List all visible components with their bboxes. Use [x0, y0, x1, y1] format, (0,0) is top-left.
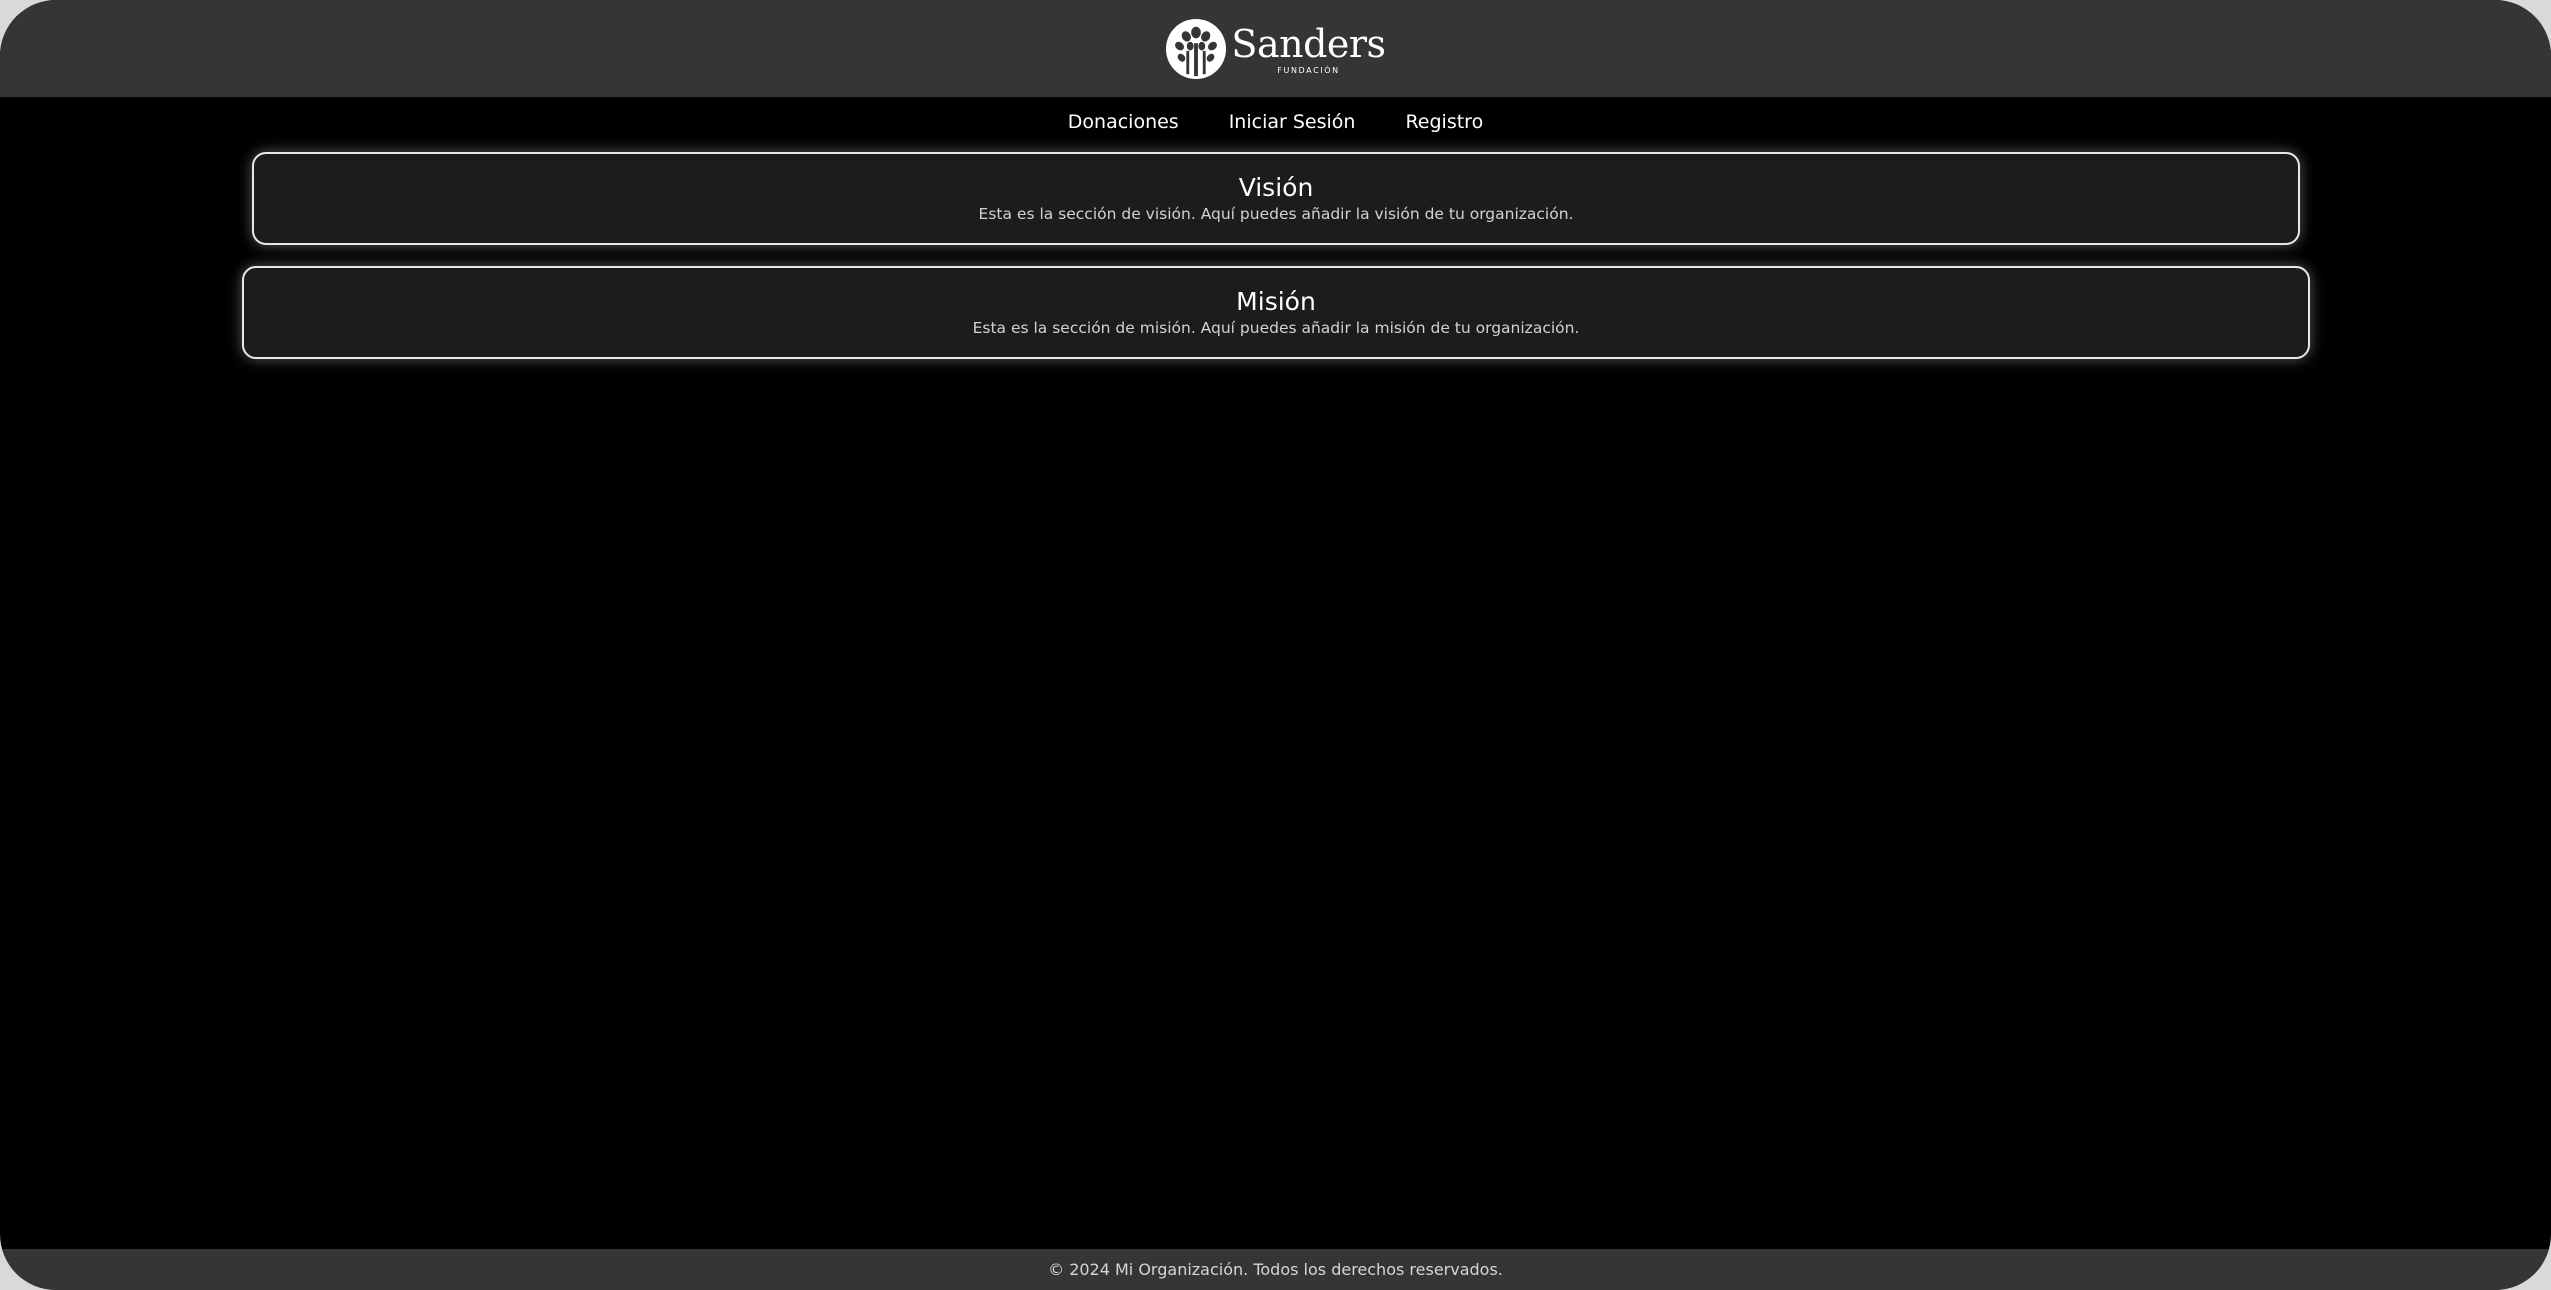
vision-card: Visión Esta es la sección de visión. Aqu… [252, 152, 2300, 245]
footer-copyright: © 2024 Mi Organización. Todos los derech… [1048, 1260, 1503, 1279]
nav-link-iniciar-sesion[interactable]: Iniciar Sesión [1229, 111, 1356, 133]
brand-subtitle: FUNDACIÓN [1277, 65, 1340, 75]
mision-text: Esta es la sección de misión. Aquí puede… [972, 319, 1580, 338]
mision-title: Misión [1236, 286, 1316, 316]
nav-link-registro[interactable]: Registro [1405, 111, 1483, 133]
site-header: Sanders FUNDACIÓN [0, 0, 2551, 97]
vision-title: Visión [1238, 172, 1314, 202]
brand-logo[interactable]: Sanders FUNDACIÓN [1165, 18, 1386, 80]
brand-name: Sanders [1231, 21, 1386, 66]
site-footer: © 2024 Mi Organización. Todos los derech… [0, 1249, 2551, 1290]
page: Sanders FUNDACIÓN Donaciones Iniciar Ses… [0, 0, 2551, 1290]
main-nav: Donaciones Iniciar Sesión Registro [0, 97, 2551, 147]
mision-card: Misión Esta es la sección de misión. Aqu… [242, 266, 2310, 359]
vision-text: Esta es la sección de visión. Aquí puede… [978, 205, 1574, 224]
nav-link-donaciones[interactable]: Donaciones [1068, 111, 1179, 133]
tree-icon [1166, 18, 1227, 79]
brand-text: Sanders FUNDACIÓN [1231, 21, 1386, 75]
